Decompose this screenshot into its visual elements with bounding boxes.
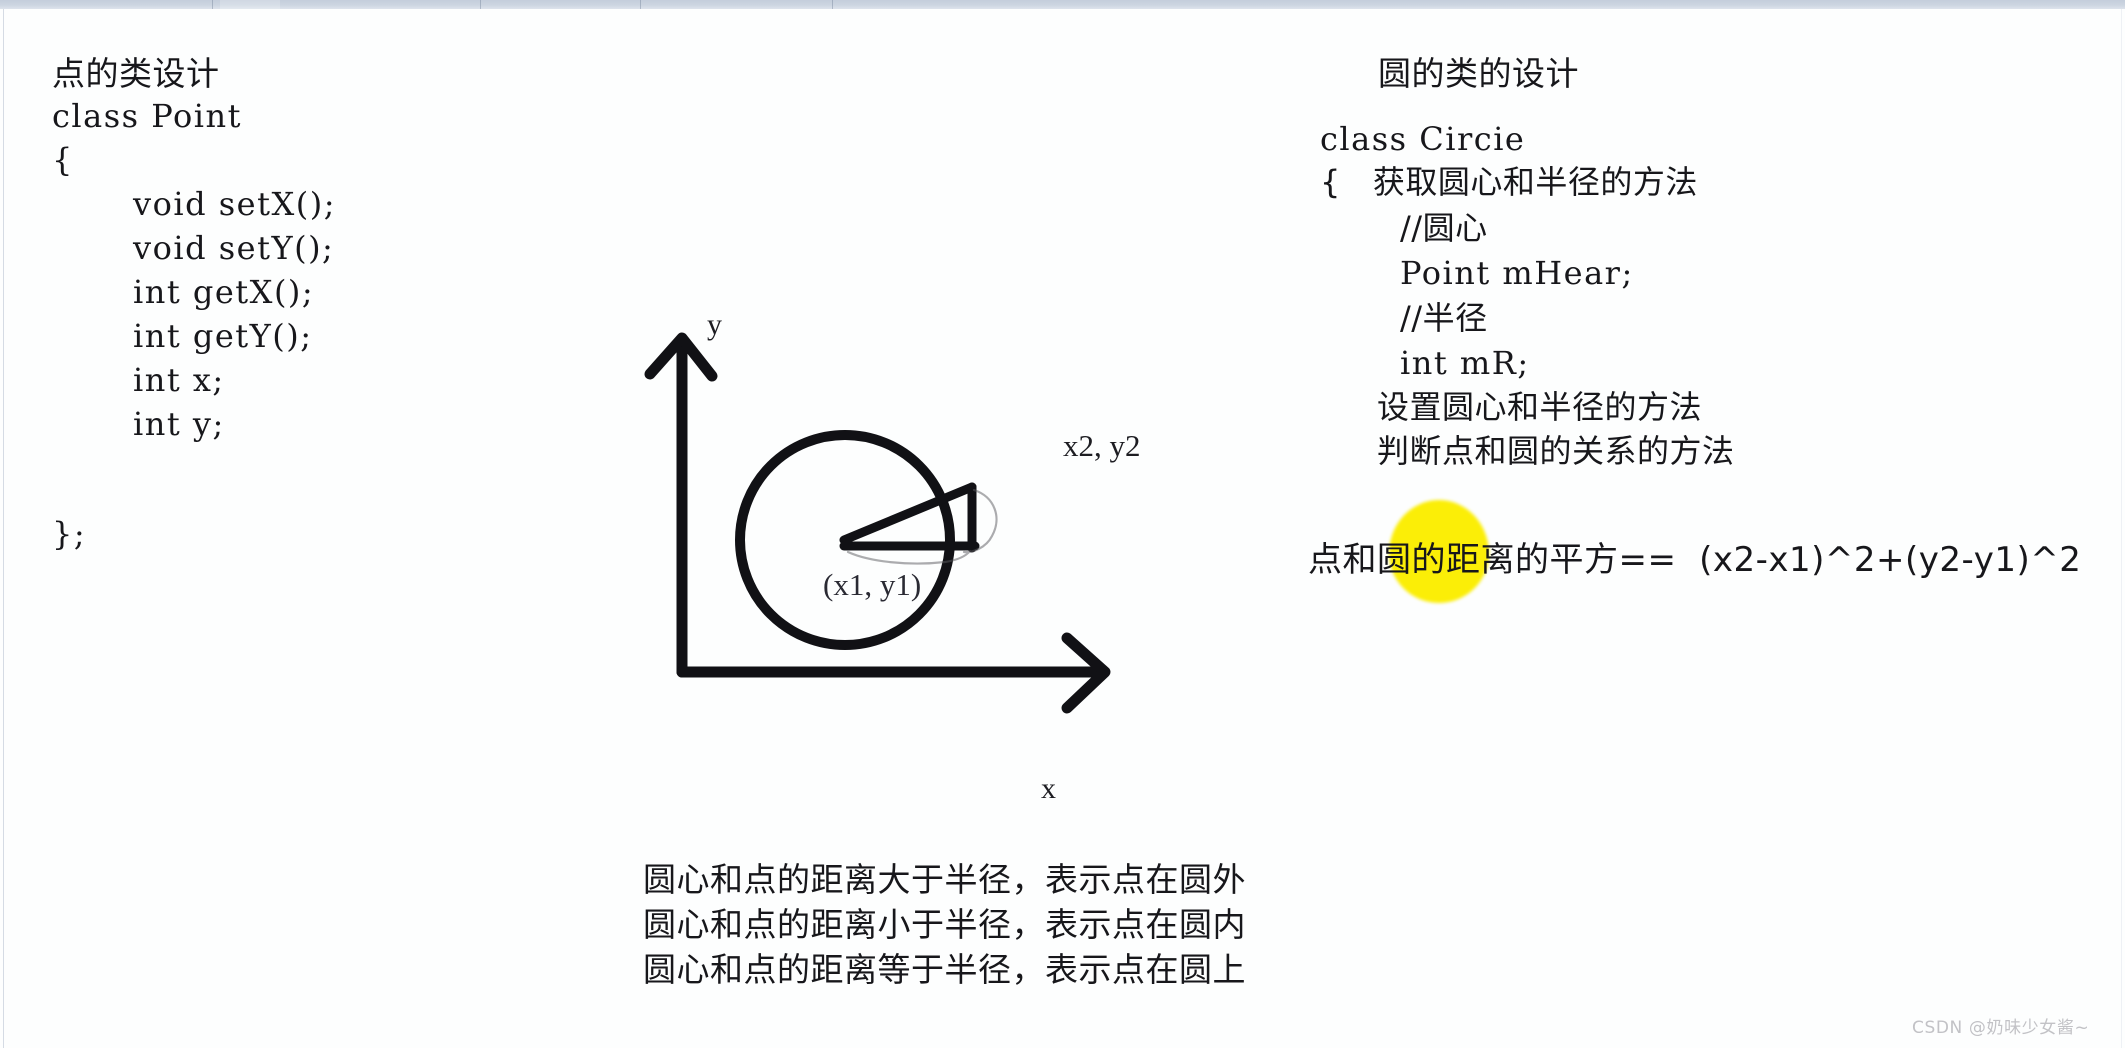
circle-point-diagram (620, 290, 1180, 830)
point-code-line: }; (52, 515, 87, 553)
outside-point-label: x2, y2 (1063, 428, 1141, 463)
point-code-line: int getY(); (133, 317, 313, 355)
point-code-line: { (52, 141, 74, 179)
relation-note-line: 圆心和点的距离等于半径，表示点在圆上 (643, 950, 1246, 989)
point-class-heading: 点的类设计 (52, 54, 220, 93)
relation-note-line: 圆心和点的距离小于半径，表示点在圆内 (643, 905, 1246, 944)
point-code-line: class Point (52, 97, 242, 135)
x-axis-label: x (1041, 772, 1056, 805)
circle-class-heading: 圆的类的设计 (1378, 54, 1579, 93)
point-code-line: int getX(); (133, 273, 315, 311)
circle-code-line: Point mHear; (1400, 254, 1634, 292)
circle-center-label: (x1, y1) (823, 567, 922, 602)
screenshot-canvas: 点的类设计 class Point { void setX(); void se… (0, 0, 2125, 1048)
circle-code-line: //圆心 (1400, 209, 1488, 247)
y-axis-label: y (707, 308, 722, 341)
window-chrome-strip (0, 0, 2125, 9)
circle-code-line: //半径 (1400, 299, 1488, 337)
point-code-line: int x; (133, 361, 225, 399)
distance-formula-text: 点和圆的距离的平方== (x2-x1)^2+(y2-y1)^2 (1308, 540, 2082, 580)
page-left-border (3, 9, 4, 1048)
point-code-line: void setX(); (133, 185, 336, 223)
point-code-line: int y; (133, 405, 225, 443)
page-right-border (2121, 9, 2122, 1048)
circle-code-line: 判断点和圆的关系的方法 (1377, 432, 1735, 470)
point-code-line: void setY(); (133, 229, 335, 267)
circle-code-line: { 获取圆心和半径的方法 (1320, 163, 1698, 201)
csdn-watermark: CSDN @奶味少女酱~ (1912, 1018, 2090, 1038)
circle-code-line: class Circie (1320, 120, 1526, 158)
relation-note-line: 圆心和点的距离大于半径，表示点在圆外 (643, 860, 1246, 899)
circle-code-line: 设置圆心和半径的方法 (1377, 388, 1703, 426)
circle-code-line: int mR; (1400, 344, 1530, 382)
